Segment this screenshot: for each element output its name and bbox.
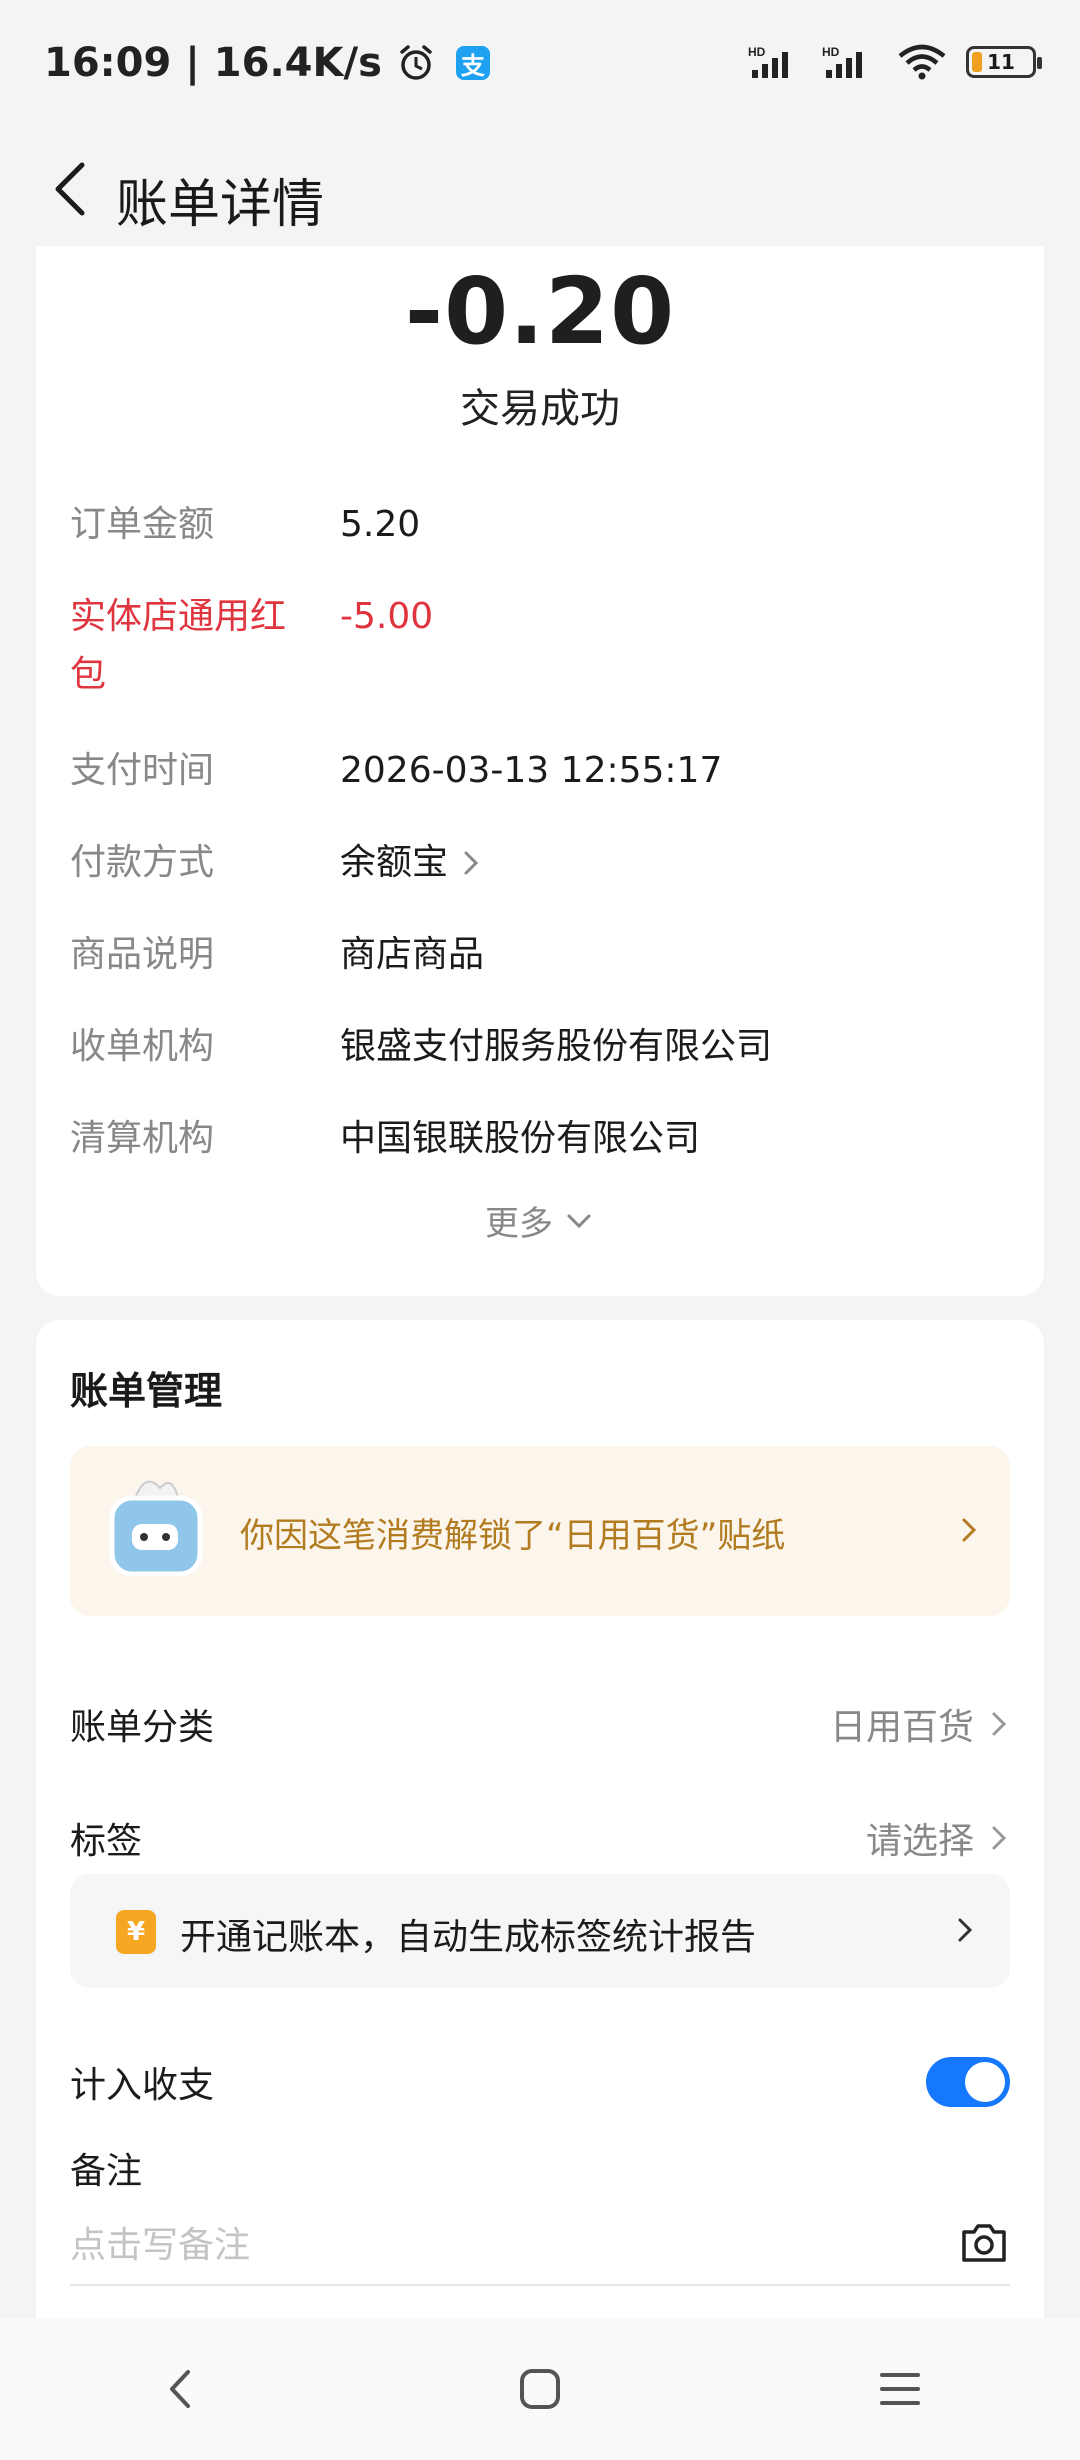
nav-home-icon	[520, 2369, 560, 2409]
transaction-status: 交易成功	[460, 386, 620, 432]
tag-label: 标签	[70, 1821, 143, 1862]
category-label: 账单分类	[70, 1707, 215, 1748]
category-value: 日用百货	[829, 1707, 974, 1748]
detail-label: 商品说明	[70, 934, 215, 975]
page-title: 账单详情	[116, 175, 325, 235]
alipay-notification-icon: 支	[455, 46, 490, 80]
nav-back-button[interactable]	[110, 2339, 250, 2439]
more-button[interactable]: 更多	[36, 1196, 1044, 1245]
status-left: 16:09 | 16.4K/s 支	[44, 40, 490, 86]
status-right: HD HD 11	[748, 44, 1042, 80]
bill-summary-card: -0.20 交易成功 订单金额 5.20 实体店通用红包 -5.00 支付时间 …	[36, 246, 1044, 1296]
more-label: 更多	[485, 1204, 553, 1244]
nav-back-icon	[170, 2370, 190, 2408]
section-title: 账单管理	[70, 1369, 223, 1413]
income-toggle[interactable]	[926, 2057, 1010, 2107]
chevron-right-icon	[992, 1826, 1007, 1850]
income-label: 计入收支	[70, 2065, 215, 2106]
chevron-right-icon	[464, 851, 479, 875]
nav-menu-icon	[880, 2373, 920, 2405]
status-bar: 16:09 | 16.4K/s 支 HD HD 11	[0, 0, 1080, 136]
nav-home-button[interactable]	[470, 2339, 610, 2439]
note-input[interactable]: 点击写备注	[70, 2200, 1010, 2286]
detail-label: 支付时间	[70, 750, 215, 791]
signal-hd-icon: HD	[822, 45, 862, 78]
chevron-right-icon	[958, 1918, 973, 1942]
wifi-icon	[898, 44, 946, 80]
svg-text:HD: HD	[748, 45, 766, 59]
battery-level: 11	[987, 50, 1015, 74]
detail-label: 实体店通用红包	[70, 596, 287, 695]
back-button[interactable]	[30, 144, 110, 234]
tag-value-group: 请选择	[866, 1812, 1010, 1864]
tag-value: 请选择	[865, 1821, 974, 1862]
tag-row[interactable]: 标签 请选择	[70, 1798, 1010, 1878]
detail-value: -5.00	[340, 596, 434, 637]
detail-value: 余额宝	[340, 842, 449, 883]
category-value-group: 日用百货	[830, 1698, 1010, 1750]
chevron-down-icon	[567, 1214, 591, 1228]
detail-value: 商店商品	[340, 934, 485, 975]
bill-management-card: 账单管理 你因这笔消费解锁了“日用百货”贴纸 账单分类 日用百货 标签 请选择	[36, 1320, 1044, 2320]
detail-value: 2026-03-13 12:55:17	[340, 750, 723, 791]
detail-label: 付款方式	[70, 842, 215, 883]
nav-menu-button[interactable]	[830, 2339, 970, 2439]
transaction-amount: -0.20	[404, 258, 676, 365]
sticker-text: 你因这笔消费解锁了“日用百货”贴纸	[240, 1516, 786, 1556]
bookkeeping-yen-icon: ¥	[116, 1910, 156, 1954]
bill-category-row[interactable]: 账单分类 日用百货	[70, 1684, 1010, 1764]
sticker-unlock-banner[interactable]: 你因这笔消费解锁了“日用百货”贴纸	[70, 1446, 1010, 1616]
signal-hd-icon: HD	[748, 45, 788, 78]
payment-method-link[interactable]: 余额宝	[340, 834, 486, 892]
chevron-right-icon	[962, 1518, 977, 1542]
promo-text: 开通记账本，自动生成标签统计报告	[180, 1917, 757, 1958]
tissue-box-sticker-icon	[109, 1480, 203, 1577]
detail-label: 清算机构	[70, 1118, 215, 1159]
svg-text:HD: HD	[822, 45, 840, 59]
time-speed: 16:09 | 16.4K/s	[44, 40, 382, 86]
detail-label: 订单金额	[70, 504, 215, 545]
chevron-right-icon	[992, 1712, 1007, 1736]
detail-label: 收单机构	[70, 1026, 215, 1067]
detail-value: 5.20	[340, 504, 421, 545]
header: 账单详情	[0, 136, 1080, 246]
camera-icon[interactable]	[958, 2218, 1010, 2266]
battery-icon: 11	[966, 46, 1042, 78]
system-nav-bar	[0, 2318, 1080, 2460]
note-label: 备注	[70, 2151, 143, 2192]
bookkeeping-promo-banner[interactable]: ¥ 开通记账本，自动生成标签统计报告	[70, 1874, 1010, 1988]
detail-value: 中国银联股份有限公司	[340, 1118, 701, 1159]
detail-value: 银盛支付服务股份有限公司	[340, 1026, 773, 1067]
note-placeholder: 点击写备注	[70, 2225, 251, 2266]
alarm-icon	[400, 45, 432, 80]
toggle-knob	[965, 2062, 1005, 2102]
income-expense-row: 计入收支	[70, 2042, 1010, 2122]
back-arrow-icon	[55, 162, 85, 216]
